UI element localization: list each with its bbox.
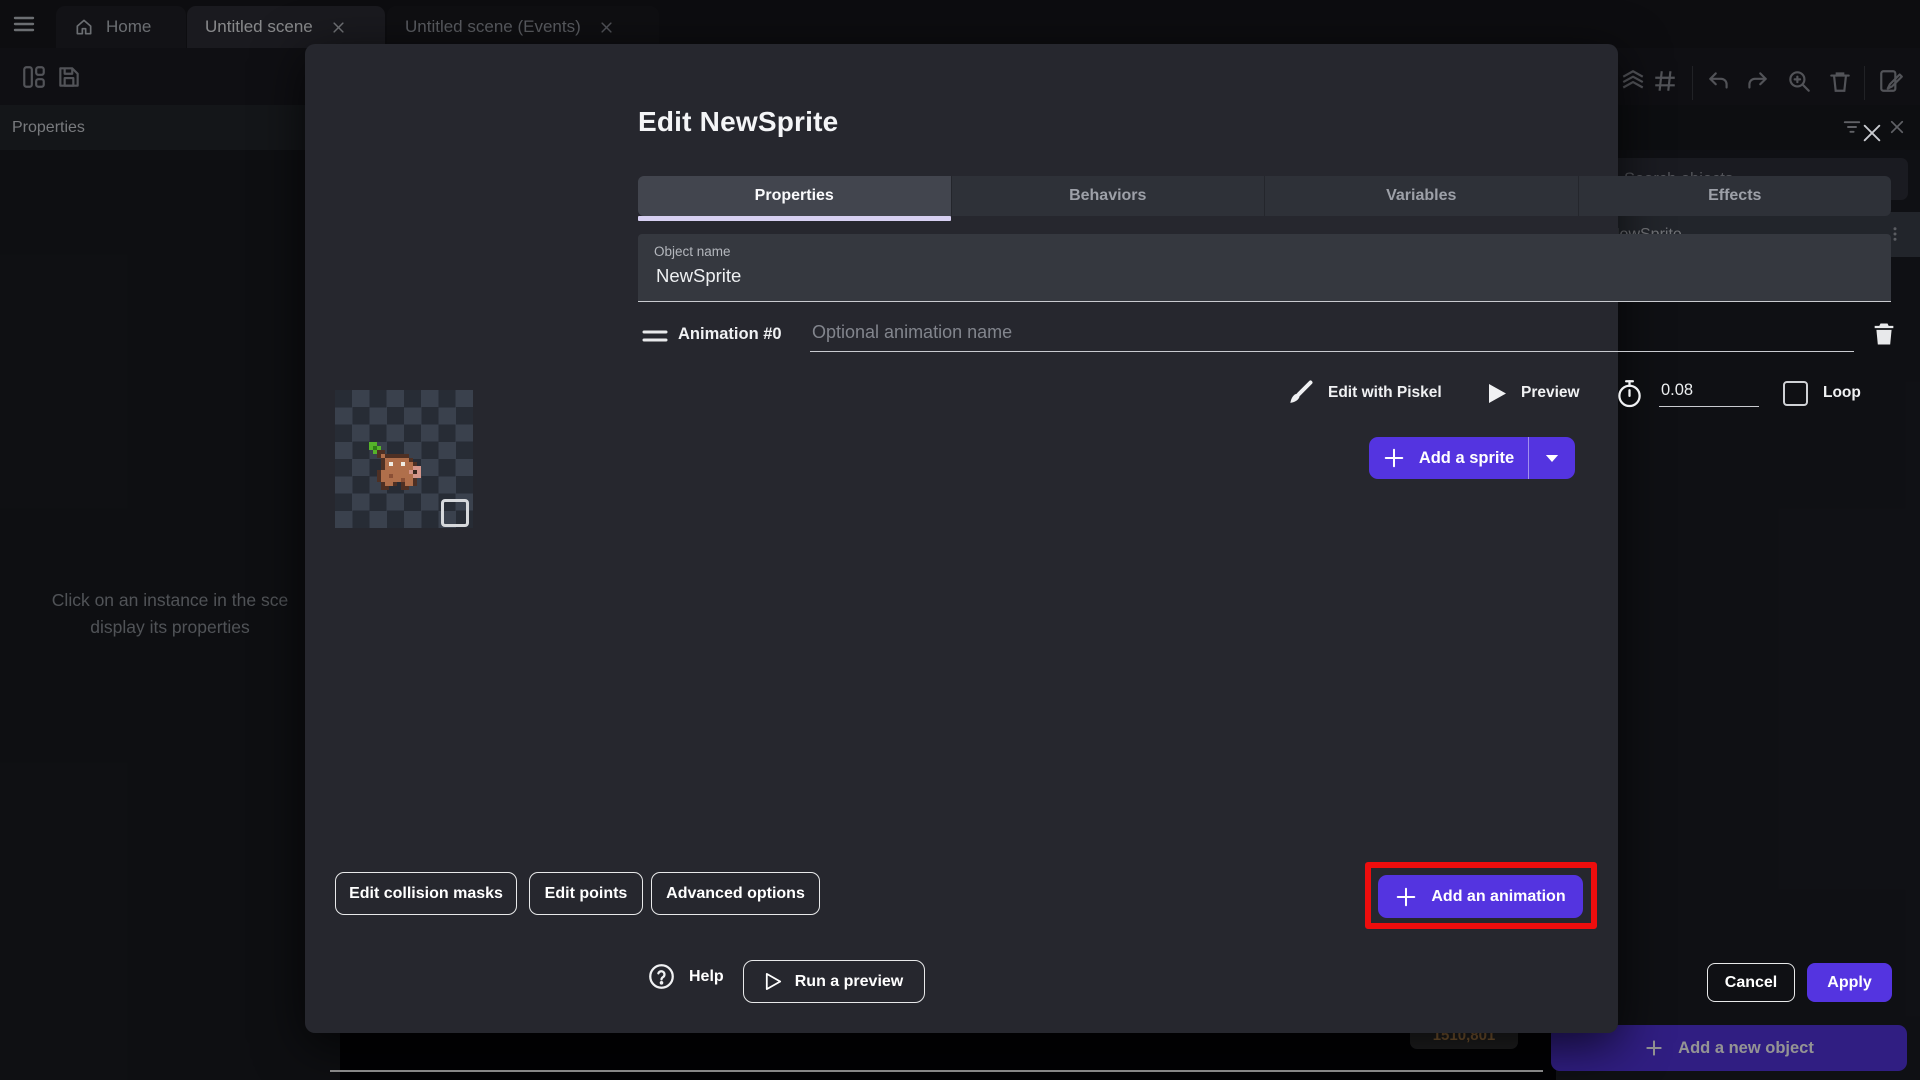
brush-icon	[1286, 379, 1314, 407]
dialog-close-button[interactable]	[1857, 118, 1887, 148]
chevron-down-icon	[1545, 454, 1559, 463]
dialog-action-row: Help Run a preview Cancel Apply	[638, 960, 1892, 1006]
animation-header-row: Animation #0	[638, 318, 1894, 356]
active-tab-underline	[638, 216, 951, 221]
help-button[interactable]: Help	[648, 963, 724, 990]
dialog-tab-properties[interactable]: Properties	[638, 176, 952, 221]
loop-checkbox[interactable]	[1783, 380, 1808, 406]
app-window: Home Untitled scene Untitled scene (Even…	[0, 0, 1920, 1080]
stopwatch-icon	[1616, 379, 1643, 408]
animation-label: Animation #0	[678, 325, 782, 343]
play-icon	[1488, 383, 1507, 404]
add-sprite-split-button: Add a sprite	[1369, 437, 1575, 479]
time-between-frames-input[interactable]	[1659, 379, 1759, 407]
plus-icon	[1395, 886, 1417, 908]
animation-name-input[interactable]	[810, 318, 1854, 352]
object-name-input[interactable]	[654, 264, 1879, 288]
question-circle-icon	[648, 963, 675, 990]
edit-points-button[interactable]: Edit points	[529, 872, 643, 915]
object-name-field[interactable]: Object name	[638, 234, 1891, 302]
run-a-preview-button[interactable]: Run a preview	[743, 960, 925, 1003]
drag-handle-icon[interactable]	[642, 329, 668, 343]
edit-sprite-dialog: Edit NewSprite Properties Behaviors Vari…	[305, 44, 1894, 1033]
dialog-tab-behaviors[interactable]: Behaviors	[952, 176, 1265, 216]
add-sprite-dropdown-button[interactable]	[1528, 437, 1575, 479]
plus-icon	[1383, 447, 1405, 469]
cancel-button[interactable]: Cancel	[1707, 963, 1795, 1002]
animation-controls-row: Edit with Piskel Preview Loop	[638, 374, 1891, 412]
close-icon	[1861, 122, 1883, 144]
object-name-label: Object name	[654, 244, 731, 259]
edit-with-piskel-button[interactable]: Edit with Piskel	[1286, 374, 1442, 412]
frame-select-checkbox[interactable]	[441, 499, 469, 527]
dialog-title: Edit NewSprite	[638, 106, 839, 137]
advanced-options-button[interactable]: Advanced options	[651, 872, 820, 915]
edit-collision-masks-button[interactable]: Edit collision masks	[335, 872, 517, 915]
add-an-animation-button[interactable]: Add an animation	[1378, 875, 1583, 918]
delete-animation-icon[interactable]	[1870, 320, 1898, 350]
time-between-frames-control	[1616, 374, 1759, 412]
apply-button[interactable]: Apply	[1807, 963, 1892, 1002]
add-sprite-button[interactable]: Add a sprite	[1369, 437, 1528, 479]
dialog-tab-variables[interactable]: Variables	[1265, 176, 1579, 216]
dialog-tab-effects[interactable]: Effects	[1579, 176, 1892, 216]
loop-control: Loop	[1783, 374, 1861, 412]
sprite-frame-thumbnail[interactable]	[335, 390, 473, 528]
preview-animation-button[interactable]: Preview	[1488, 374, 1580, 412]
dialog-tab-bar: Properties Behaviors Variables Effects	[638, 176, 1892, 221]
play-outline-icon	[765, 972, 782, 991]
sprite-pixel-art	[369, 442, 425, 490]
